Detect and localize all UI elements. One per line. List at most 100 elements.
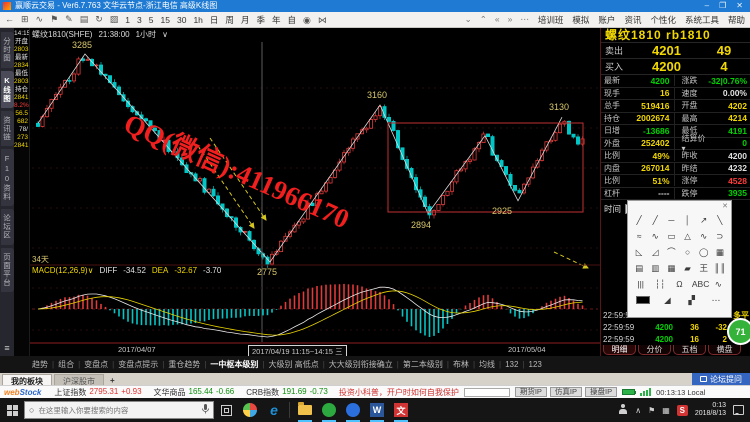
arrow-left-icon[interactable]: « <box>495 14 500 24</box>
palette-close-icon[interactable]: ✕ <box>722 203 728 210</box>
draw-tool-icon[interactable]: ▭ <box>664 231 678 242</box>
period-button-3[interactable]: 3 <box>137 15 142 25</box>
ticker-button-期货IP[interactable]: 期货IP <box>515 387 547 397</box>
menu-账户[interactable]: 账户 <box>598 15 615 25</box>
kline-chart[interactable]: 螺纹1810(SHFE) 21:38:00 1小时 ∨ 328527753160… <box>30 28 600 356</box>
draw-tool-icon[interactable]: ▞ <box>685 295 699 306</box>
tray-expand-icon[interactable]: ∧ <box>635 406 641 415</box>
period-button-15[interactable]: 15 <box>161 15 170 25</box>
indicator-item-第二本级别[interactable]: 第二本级别 <box>403 359 443 370</box>
quick-search-input[interactable] <box>464 388 510 397</box>
period-button-月[interactable]: 月 <box>241 15 250 25</box>
draw-tool-icon[interactable]: ABC <box>692 279 706 289</box>
app-word[interactable]: W <box>365 398 389 422</box>
sidebar-tab-F10资料[interactable]: F10资料 <box>1 149 14 206</box>
start-button[interactable] <box>0 398 24 422</box>
news-ticker-text[interactable]: 投资小科普，开户时如何自我保护 <box>339 387 459 398</box>
draw-tool-icon[interactable]: ⋯ <box>709 295 723 306</box>
tray-input-method-icon[interactable]: S <box>677 405 688 416</box>
menu-系统工具[interactable]: 系统工具 <box>685 15 719 25</box>
indicator-item-趋势[interactable]: 趋势 <box>32 359 48 370</box>
draw-tool-icon[interactable]: ⊃ <box>713 231 727 242</box>
flag-icon[interactable]: ⚑ <box>50 14 58 24</box>
task-view-button[interactable] <box>214 398 238 422</box>
app-wenhua[interactable]: 文 <box>389 398 413 422</box>
microphone-icon[interactable] <box>202 401 209 419</box>
taskbar-search[interactable]: ○ <box>24 401 214 419</box>
more-icon[interactable]: ⋯ <box>520 14 529 24</box>
forum-question-button[interactable]: 论坛提问 <box>692 373 750 385</box>
app-edge[interactable]: e <box>262 398 286 422</box>
draw-tool-icon[interactable]: ○ <box>681 247 695 257</box>
ticker-button-操盘IP[interactable]: 操盘IP <box>585 387 617 397</box>
draw-tool-icon[interactable]: ∿ <box>711 279 725 290</box>
draw-tool-icon[interactable]: ▥ <box>648 263 662 274</box>
indicator-item-重仓趋势[interactable]: 重仓趋势 <box>168 359 200 370</box>
add-tab-button[interactable]: + <box>104 376 121 385</box>
color-swatch[interactable] <box>636 296 650 304</box>
indicator-item-布林[interactable]: 布林 <box>453 359 469 370</box>
sidebar-tab-分时图[interactable]: 分时图 <box>1 32 14 68</box>
draw-icon[interactable]: ✎ <box>65 14 73 24</box>
index-quote-文华商品[interactable]: 文华商品165.44-0.66 <box>154 387 235 398</box>
chevron-down-icon[interactable]: ∨ <box>162 30 168 39</box>
draw-tool-icon[interactable]: ▦ <box>713 247 727 258</box>
menu-帮助[interactable]: 帮助 <box>728 15 745 25</box>
index-quote-上证指数[interactable]: 上证指数2795.31+0.93 <box>54 387 141 398</box>
menu-培训班[interactable]: 培训班 <box>538 15 564 25</box>
tick-tab-横盘[interactable]: 横盘 <box>708 345 741 355</box>
close-button[interactable]: ✕ <box>736 0 743 12</box>
taskbar-search-input[interactable] <box>38 406 198 415</box>
menu-模拟[interactable]: 模拟 <box>572 15 589 25</box>
draw-tool-icon[interactable]: ||| <box>634 279 648 289</box>
sidebar-tab-页面平台[interactable]: 页面平台 <box>1 248 14 292</box>
workspace-tab-我的板块[interactable]: 我的板块 <box>2 374 52 385</box>
menu-个性化[interactable]: 个性化 <box>650 15 676 25</box>
draw-tool-icon[interactable]: △ <box>681 231 695 242</box>
draw-tool-icon[interactable]: 王 <box>697 262 711 274</box>
people-icon[interactable] <box>618 404 628 416</box>
back-icon[interactable]: ← <box>5 14 14 24</box>
grid-icon[interactable]: ⊞ <box>21 14 29 24</box>
action-center-icon[interactable] <box>733 405 744 415</box>
period-button-季[interactable]: 季 <box>256 15 265 25</box>
draw-tool-icon[interactable]: ∿ <box>697 231 711 242</box>
draw-tool-icon[interactable]: ◢ <box>660 295 674 306</box>
bid-row[interactable]: 买入 4200 4 <box>601 59 750 75</box>
menu-资讯[interactable]: 资讯 <box>624 15 641 25</box>
period-button-30[interactable]: 30 <box>177 15 186 25</box>
draw-tool-icon[interactable]: ▤ <box>632 263 646 274</box>
indicator-item-大大级别衔接确立[interactable]: 大大级别衔接确立 <box>329 359 393 370</box>
trend-icon[interactable]: ∿ <box>36 14 44 24</box>
index-quote-CRB指数[interactable]: CRB指数191.69-0.73 <box>246 387 328 398</box>
indicator-item-123[interactable]: 123 <box>529 360 542 369</box>
notification-badge[interactable]: 71 <box>727 318 750 345</box>
draw-tool-icon[interactable]: ⌒ <box>664 246 678 258</box>
sidebar-tab-资讯链[interactable]: 资讯链 <box>1 111 14 147</box>
chart-canvas[interactable]: 32852775316028942925313034天QQ(微信):411966… <box>30 28 600 356</box>
draw-tool-icon[interactable]: ▰ <box>681 263 695 274</box>
period-button-1h[interactable]: 1h <box>193 15 202 25</box>
tick-tab-五档[interactable]: 五档 <box>673 345 706 355</box>
chart-period-selector[interactable]: 1小时 <box>136 29 156 40</box>
sidebar-tab-论坛区[interactable]: 论坛区 <box>1 209 14 245</box>
chart-icon[interactable]: ▨ <box>110 14 119 24</box>
minimize-button[interactable]: – <box>705 0 709 12</box>
draw-tool-icon[interactable]: │ <box>681 215 695 225</box>
chevron-up-icon[interactable]: ⌃ <box>480 14 487 24</box>
draw-tool-icon[interactable]: ─ <box>664 215 678 225</box>
period-button-年[interactable]: 年 <box>272 15 281 25</box>
indicator-item-组合[interactable]: 组合 <box>58 359 74 370</box>
period-button-日[interactable]: 日 <box>210 15 219 25</box>
period-button-周[interactable]: 周 <box>225 15 234 25</box>
indicator-item-变盘点[interactable]: 变盘点 <box>84 359 108 370</box>
ticker-button-仿真IP[interactable]: 仿真IP <box>550 387 582 397</box>
draw-tool-icon[interactable]: ◺ <box>632 247 646 258</box>
indicator-item-变盘点提示[interactable]: 变盘点提示 <box>118 359 158 370</box>
arrow-right-icon[interactable]: » <box>508 14 513 24</box>
save-icon[interactable]: ▤ <box>80 14 89 24</box>
sidebar-tab-K线图[interactable]: K线图 <box>1 71 14 108</box>
app-green-circle[interactable] <box>317 398 341 422</box>
chevron-down-icon[interactable]: ⌄ <box>465 14 472 24</box>
tick-tab-分价[interactable]: 分价 <box>638 345 671 355</box>
